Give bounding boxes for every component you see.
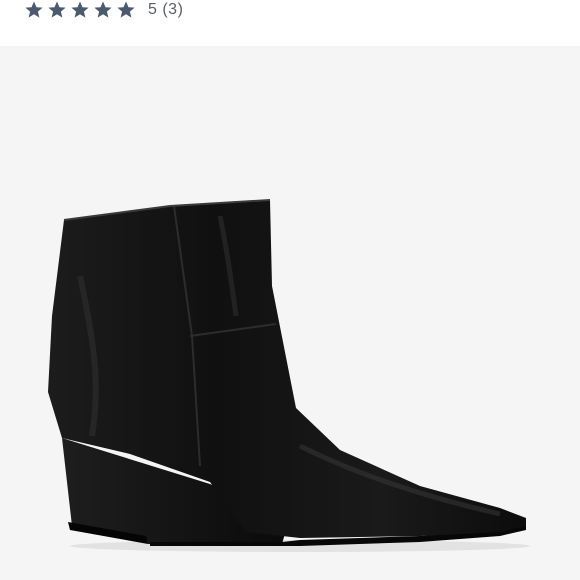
star-icon: [71, 1, 89, 18]
star-icon: [117, 1, 135, 18]
star-icon: [48, 1, 66, 18]
star-rating: [24, 0, 136, 20]
rating-summary: 5 (3): [148, 1, 184, 18]
rating-row[interactable]: 5 (3): [0, 0, 580, 46]
star-icon: [94, 1, 112, 18]
black-leather-wedge-ankle-boot-icon: [48, 199, 530, 552]
star-icon: [25, 1, 43, 18]
product-photo[interactable]: [0, 46, 580, 580]
listing-page: 5 (3): [0, 0, 580, 580]
